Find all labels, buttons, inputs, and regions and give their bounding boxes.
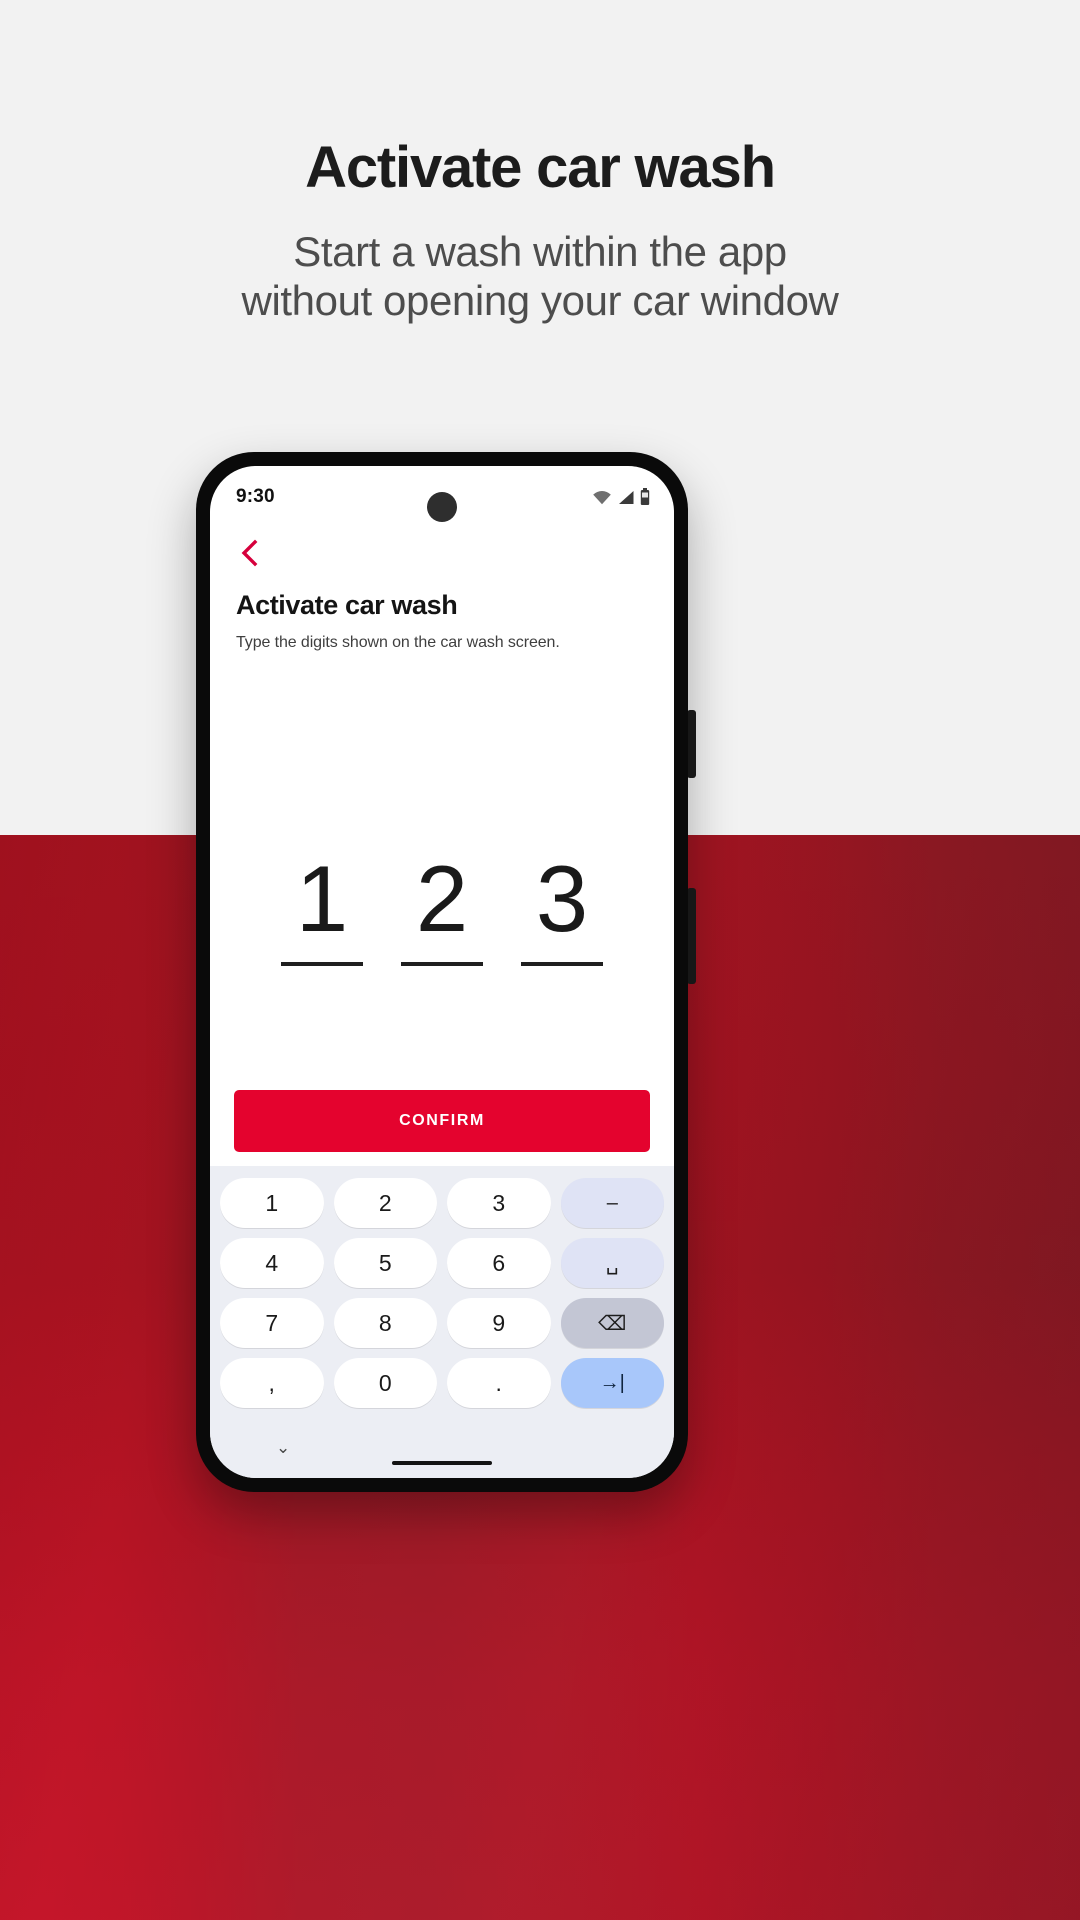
chevron-left-icon[interactable]: [236, 538, 262, 568]
key-0[interactable]: 0: [333, 1358, 437, 1408]
status-bar: 9:30: [210, 466, 674, 528]
code-underline: [521, 962, 603, 966]
code-entry: 1 2 3: [210, 852, 674, 966]
key-7[interactable]: 7: [220, 1298, 324, 1348]
promo-subtitle: Start a wash within the app without open…: [0, 227, 1080, 326]
phone-mockup: 9:30 Activate car wash Type the digits s…: [196, 452, 696, 1492]
keyboard-row: 7 8 9 ⌫: [220, 1298, 664, 1348]
key-backspace[interactable]: ⌫: [560, 1298, 664, 1348]
phone-body: 9:30 Activate car wash Type the digits s…: [196, 452, 688, 1492]
key-1[interactable]: 1: [220, 1178, 324, 1228]
page-title: Activate car wash: [236, 590, 458, 620]
code-digit: 1: [295, 846, 349, 951]
promo-subtitle-line-2: without opening your car window: [241, 277, 839, 325]
status-bar-clock: 9:30: [236, 486, 275, 507]
key-4[interactable]: 4: [220, 1238, 324, 1288]
key-3[interactable]: 3: [447, 1178, 551, 1228]
code-cell[interactable]: 2: [396, 852, 488, 966]
status-bar-icons: [592, 488, 650, 505]
key-8[interactable]: 8: [333, 1298, 437, 1348]
page-hint: Type the digits shown on the car wash sc…: [236, 634, 560, 651]
key-next[interactable]: →|: [560, 1358, 664, 1408]
key-comma[interactable]: ,: [220, 1358, 324, 1408]
confirm-button[interactable]: CONFIRM: [234, 1090, 650, 1152]
keyboard-row: 4 5 6 ␣: [220, 1238, 664, 1288]
promo-title: Activate car wash: [305, 135, 776, 200]
keyboard-row: , 0. →|: [220, 1358, 664, 1408]
promo-copy: Activate car wash Start a wash within th…: [0, 0, 1080, 326]
key-minus[interactable]: –: [560, 1178, 664, 1228]
code-cell[interactable]: 3: [516, 852, 608, 966]
front-camera-punchhole: [427, 492, 457, 522]
code-cell[interactable]: 1: [276, 852, 368, 966]
gesture-navigation-bar[interactable]: [392, 1461, 492, 1465]
key-5[interactable]: 5: [333, 1238, 437, 1288]
on-screen-keyboard: 1 2 3– 4 5 6 ␣ 7 8 9 ⌫ , 0. →| ⌄: [210, 1166, 674, 1478]
promo-subtitle-line-1: Start a wash within the app: [293, 227, 787, 275]
cellular-signal-icon: [619, 491, 634, 504]
key-period[interactable]: .: [447, 1358, 551, 1408]
code-digit: 3: [535, 846, 589, 951]
key-space[interactable]: ␣: [560, 1238, 664, 1288]
battery-icon: [640, 488, 650, 505]
phone-volume-button: [687, 888, 696, 984]
phone-screen: 9:30 Activate car wash Type the digits s…: [210, 466, 674, 1478]
key-6[interactable]: 6: [447, 1238, 551, 1288]
code-underline: [401, 962, 483, 966]
code-digit: 2: [415, 846, 469, 951]
keyboard-row: 1 2 3–: [220, 1178, 664, 1228]
keyboard-footer: ⌄: [210, 1430, 674, 1478]
key-2[interactable]: 2: [333, 1178, 437, 1228]
wifi-icon: [593, 491, 611, 505]
code-underline: [281, 962, 363, 966]
app-header: Activate car wash Type the digits shown …: [210, 528, 674, 652]
hide-keyboard-button[interactable]: ⌄: [276, 1438, 290, 1458]
phone-power-button: [687, 710, 696, 778]
key-9[interactable]: 9: [447, 1298, 551, 1348]
